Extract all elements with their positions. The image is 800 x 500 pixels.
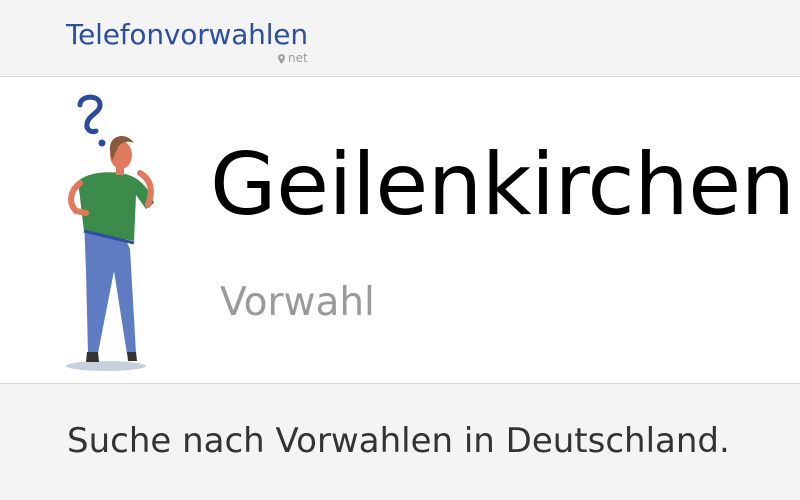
page-subtitle: Vorwahl xyxy=(220,280,375,325)
site-logo-link[interactable]: Telefonvorwahlen net xyxy=(66,18,308,66)
thinking-person-illustration xyxy=(66,94,154,371)
logo-suffix: net xyxy=(278,51,308,65)
map-pin-icon xyxy=(278,53,285,64)
search-tagline: Suche nach Vorwahlen in Deutschland. xyxy=(67,421,730,461)
top-bar: Telefonvorwahlen net xyxy=(0,0,800,77)
site-logo-text: Telefonvorwahlen xyxy=(66,18,308,51)
logo-suffix-text: net xyxy=(288,51,308,65)
hero-section: Geilenkirchen Vorwahl xyxy=(0,77,800,384)
page-title: Geilenkirchen xyxy=(210,135,795,235)
